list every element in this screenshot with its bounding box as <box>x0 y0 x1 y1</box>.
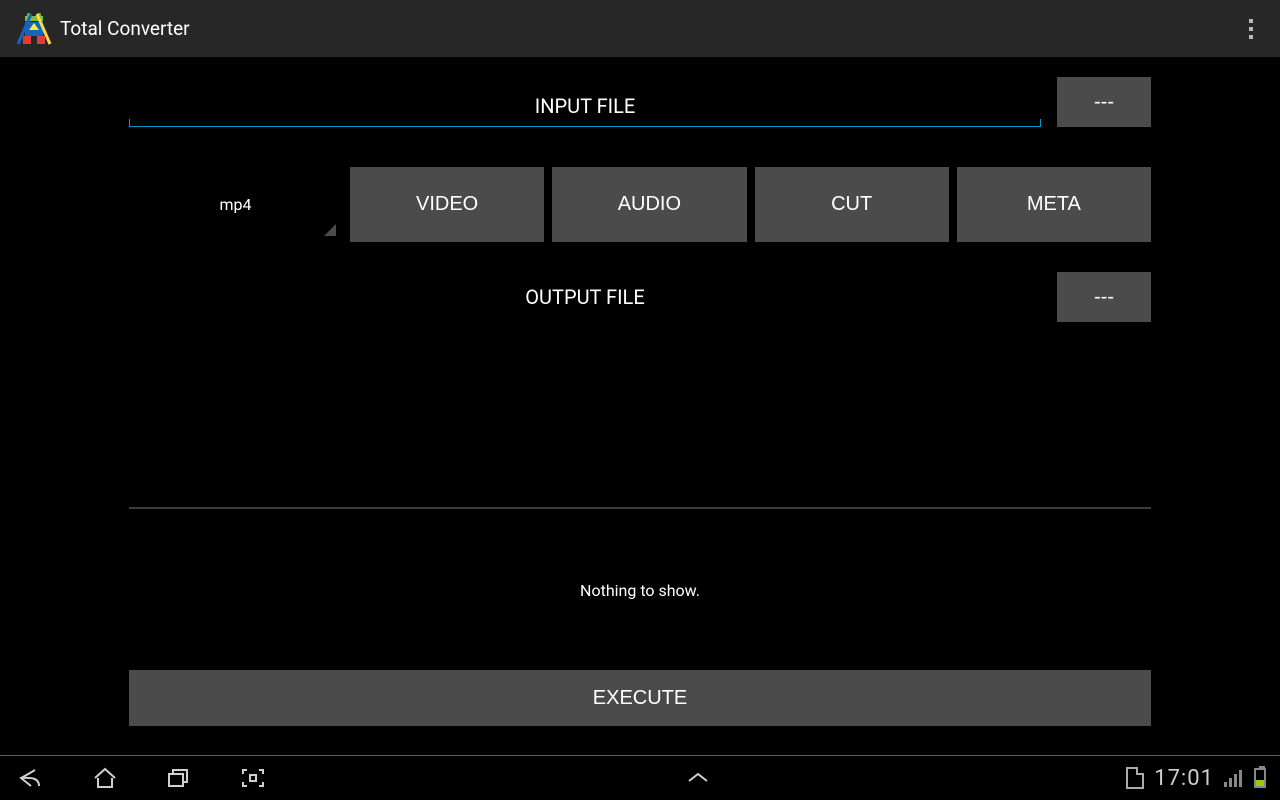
tabs-row: mp4 VIDEO AUDIO CUT META <box>129 167 1151 242</box>
output-file-row: OUTPUT FILE --- <box>129 272 1151 322</box>
tab-cut[interactable]: CUT <box>755 167 949 242</box>
execute-button[interactable]: EXECUTE <box>129 670 1151 726</box>
app-icon <box>14 9 54 49</box>
main-content: INPUT FILE --- mp4 VIDEO AUDIO CUT META … <box>0 57 1280 755</box>
recents-button[interactable] <box>162 761 196 795</box>
system-nav-bar: 17:01 <box>0 755 1280 800</box>
clock: 17:01 <box>1154 766 1214 791</box>
divider <box>129 507 1151 509</box>
screenshot-button[interactable] <box>236 761 270 795</box>
format-spinner[interactable]: mp4 <box>129 167 342 242</box>
sd-card-icon <box>1126 767 1144 789</box>
overflow-menu-button[interactable] <box>1232 10 1270 48</box>
action-bar: Total Converter <box>0 0 1280 57</box>
output-file-label-wrap: OUTPUT FILE <box>129 272 1041 322</box>
input-file-row: INPUT FILE --- <box>129 77 1151 127</box>
tab-video[interactable]: VIDEO <box>350 167 544 242</box>
app-title: Total Converter <box>60 17 190 40</box>
home-button[interactable] <box>88 761 122 795</box>
input-file-field[interactable]: INPUT FILE <box>129 81 1041 127</box>
battery-icon <box>1254 768 1266 788</box>
tab-meta[interactable]: META <box>957 167 1151 242</box>
tab-audio[interactable]: AUDIO <box>552 167 746 242</box>
signal-icon <box>1224 769 1244 787</box>
back-button[interactable] <box>14 761 48 795</box>
input-file-hint: INPUT FILE <box>535 94 635 118</box>
status-text: Nothing to show. <box>0 581 1280 600</box>
expand-notifications-button[interactable] <box>681 761 715 795</box>
output-file-label: OUTPUT FILE <box>525 285 644 309</box>
input-browse-button[interactable]: --- <box>1057 77 1151 127</box>
format-spinner-value: mp4 <box>219 195 251 214</box>
output-browse-button[interactable]: --- <box>1057 272 1151 322</box>
